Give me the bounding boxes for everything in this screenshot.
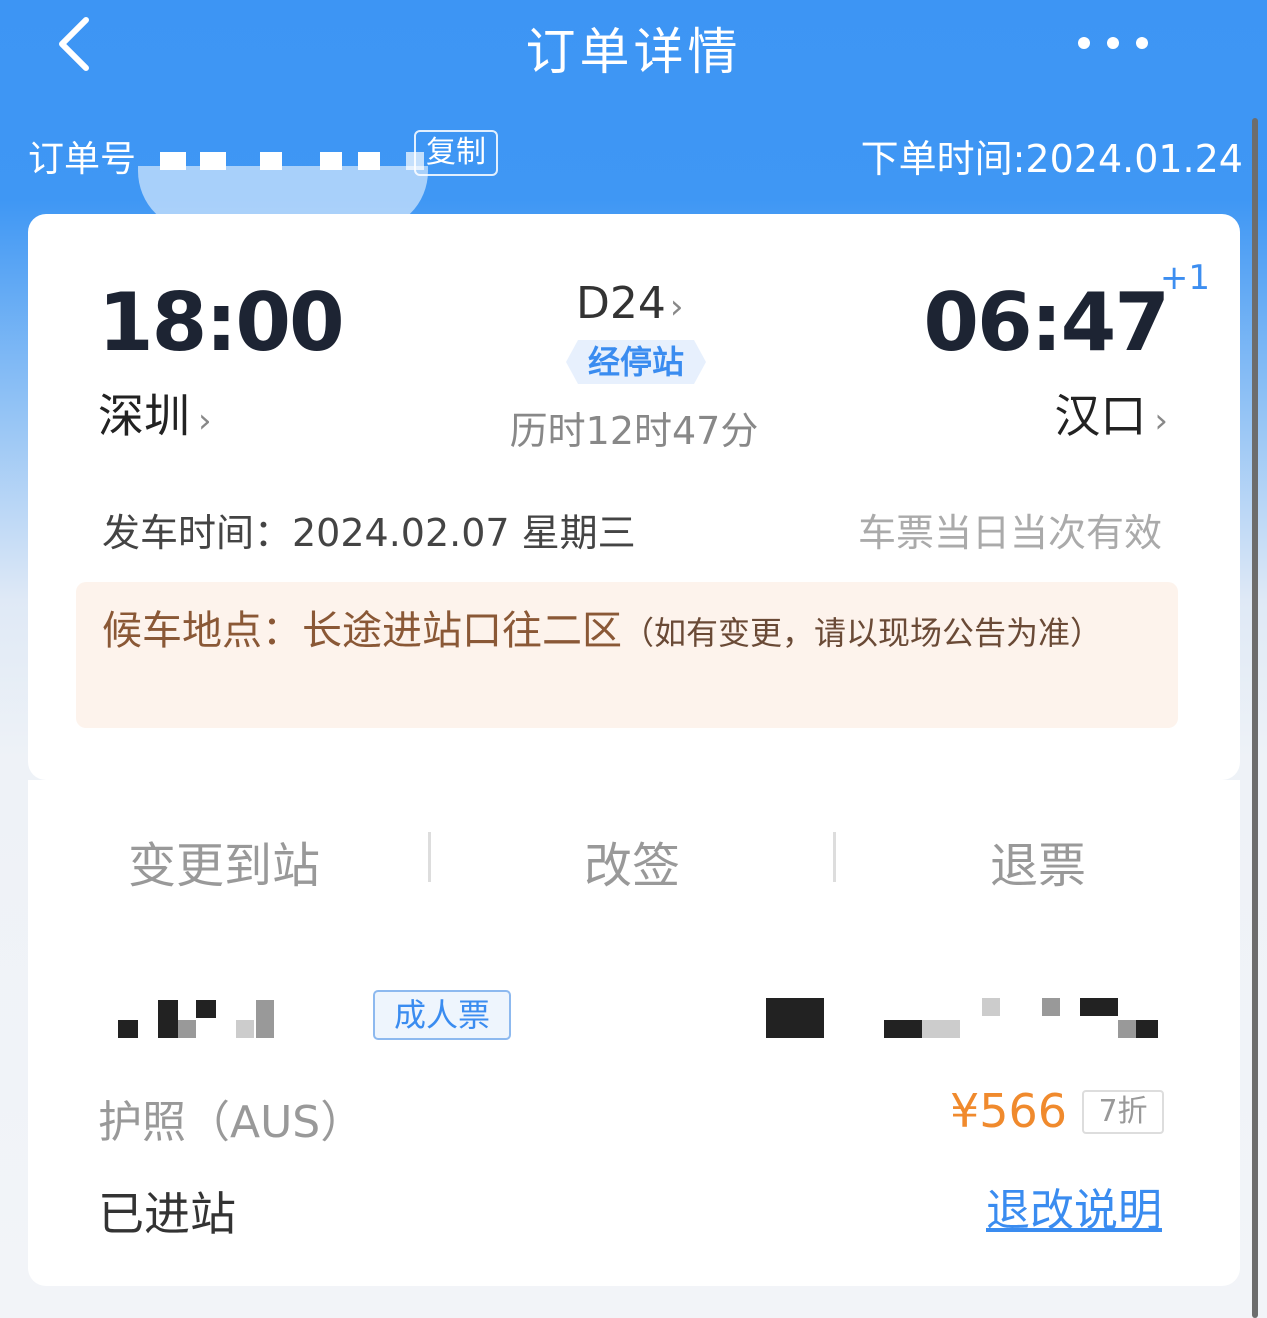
order-number-label: 订单号	[28, 139, 137, 180]
refund-button[interactable]: 退票	[990, 826, 1086, 896]
reschedule-button[interactable]: 改签	[584, 826, 680, 896]
refund-policy-link[interactable]: 退改说明	[986, 1174, 1162, 1238]
copy-order-number-button[interactable]: 复制	[414, 130, 498, 176]
ticket-validity: 车票当日当次有效	[857, 511, 1162, 555]
waiting-area-notice: 候车地点：长途进站口往二区（如有变更，请以现场公告为准）	[76, 582, 1178, 728]
order-placed-time: 下单时间:2024.01.24	[860, 137, 1243, 181]
chevron-right-icon: ›	[1154, 401, 1168, 441]
arrival-station[interactable]: 汉口 ›	[1054, 380, 1168, 446]
divider	[428, 832, 431, 882]
page-title: 订单详情	[525, 23, 742, 81]
id-document-type: 护照（AUS）	[98, 1097, 365, 1148]
ticket-type-badge: 成人票	[373, 990, 511, 1040]
passenger-card: 成人票 护照（AUS） ¥566 7折 已进站 退改说明	[28, 934, 1240, 1286]
divider	[833, 832, 836, 882]
top-bar: 订单详情	[0, 0, 1267, 95]
arrival-station-label: 汉口	[1054, 389, 1147, 443]
arrival-time: 06:47	[923, 276, 1170, 369]
next-day-badge: +1	[1159, 258, 1210, 298]
chevron-right-icon: ›	[669, 287, 684, 327]
train-number[interactable]: D24 ›	[576, 278, 683, 329]
more-dot	[1136, 37, 1148, 49]
more-horizontal-icon	[1078, 37, 1090, 49]
scrollbar[interactable]	[1252, 118, 1258, 1318]
change-destination-button[interactable]: 变更到站	[128, 826, 320, 896]
action-bar: 变更到站 改签 退票	[28, 780, 1240, 934]
order-number-redacted	[140, 138, 430, 170]
departure-date: 发车时间：2024.02.07 星期三	[102, 511, 636, 555]
order-info-row: 订单号 复制 下单时间:2024.01.24	[28, 126, 1243, 231]
discount-badge: 7折	[1082, 1090, 1164, 1134]
more-options-button[interactable]	[1078, 30, 1148, 56]
more-dot	[1107, 37, 1119, 49]
departure-time: 18:00	[98, 276, 345, 369]
trip-card: 18:00 深圳 › D24 › 经停站 历时12时47分 06:47 +1 汉口 ›…	[28, 214, 1240, 780]
waiting-area: 候车地点：长途进站口往二区	[102, 608, 622, 654]
stops-button[interactable]: 经停站	[566, 340, 706, 384]
ticket-status: 已进站	[98, 1187, 236, 1241]
ticket-price: ¥566	[950, 1084, 1068, 1138]
train-number-label: D24	[576, 278, 666, 329]
waiting-area-note: （如有变更，请以现场公告为准）	[622, 614, 1103, 652]
